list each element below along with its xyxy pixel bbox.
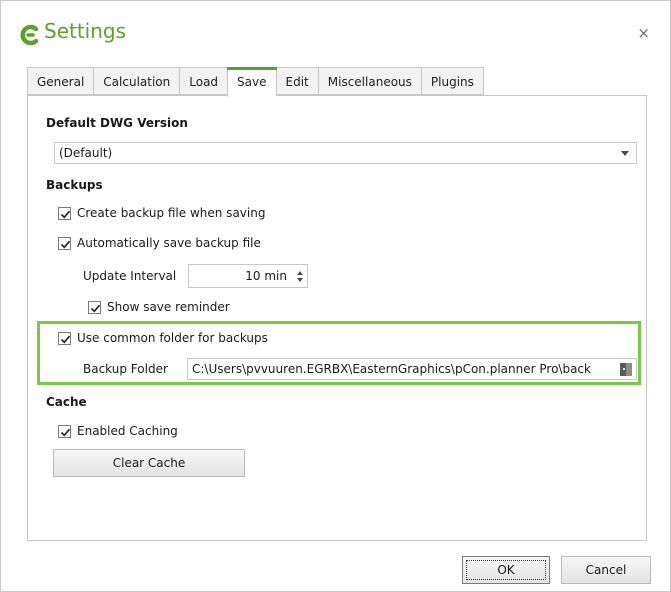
focus-rect	[466, 560, 546, 580]
settings-dialog: Settings × General Calculation Load Save…	[0, 0, 671, 592]
folder-browse-icon[interactable]	[617, 360, 635, 378]
cancel-button[interactable]: Cancel	[561, 556, 651, 584]
clear-cache-button[interactable]: Clear Cache	[53, 449, 245, 477]
auto-save-checkbox[interactable]: Automatically save backup file	[58, 236, 261, 250]
chevron-down-icon	[621, 151, 629, 156]
pcon-logo-icon	[20, 24, 39, 46]
tab-general[interactable]: General	[27, 67, 94, 95]
backup-folder-field[interactable]: C:\Users\pvvuuren.EGRBX\EasternGraphics\…	[187, 358, 637, 380]
dialog-title: Settings	[44, 19, 127, 43]
common-folder-checkbox[interactable]: Use common folder for backups	[58, 331, 268, 345]
save-reminder-label: Show save reminder	[107, 300, 230, 314]
check-icon	[58, 206, 71, 220]
check-icon	[58, 424, 71, 438]
save-reminder-checkbox[interactable]: Show save reminder	[88, 300, 230, 314]
check-icon	[58, 331, 71, 345]
update-interval-value: 10 min	[245, 269, 287, 283]
common-folder-label: Use common folder for backups	[77, 331, 268, 345]
tab-miscellaneous[interactable]: Miscellaneous	[317, 67, 421, 95]
create-backup-checkbox[interactable]: Create backup file when saving	[58, 206, 265, 220]
tab-bar: General Calculation Load Save Edit Misce…	[27, 67, 484, 97]
ok-button[interactable]: OK	[462, 556, 550, 584]
tab-calculation[interactable]: Calculation	[93, 67, 180, 95]
check-icon	[58, 236, 71, 250]
spin-up-icon[interactable]	[297, 271, 303, 275]
update-interval-label: Update Interval	[83, 269, 177, 283]
cache-heading: Cache	[46, 395, 87, 409]
tab-save[interactable]: Save	[227, 67, 277, 97]
enable-caching-checkbox[interactable]: Enabled Caching	[58, 424, 178, 438]
backups-heading: Backups	[46, 178, 103, 192]
title-bar: Settings ×	[1, 1, 670, 57]
create-backup-label: Create backup file when saving	[77, 206, 266, 220]
backup-folder-value: C:\Users\pvvuuren.EGRBX\EasternGraphics\…	[192, 362, 591, 376]
dwg-version-select[interactable]: (Default)	[54, 142, 637, 164]
default-dwg-heading: Default DWG Version	[46, 116, 188, 130]
close-icon[interactable]: ×	[637, 26, 650, 41]
check-icon	[88, 300, 101, 314]
backup-folder-label: Backup Folder	[83, 362, 168, 376]
tab-plugins[interactable]: Plugins	[420, 67, 484, 95]
auto-save-label: Automatically save backup file	[77, 236, 261, 250]
update-interval-stepper[interactable]: 10 min	[188, 264, 308, 288]
tab-edit[interactable]: Edit	[275, 67, 318, 95]
spin-down-icon[interactable]	[297, 278, 303, 282]
tab-load[interactable]: Load	[179, 67, 228, 95]
dwg-version-value: (Default)	[59, 146, 113, 160]
enable-caching-label: Enabled Caching	[77, 424, 178, 438]
